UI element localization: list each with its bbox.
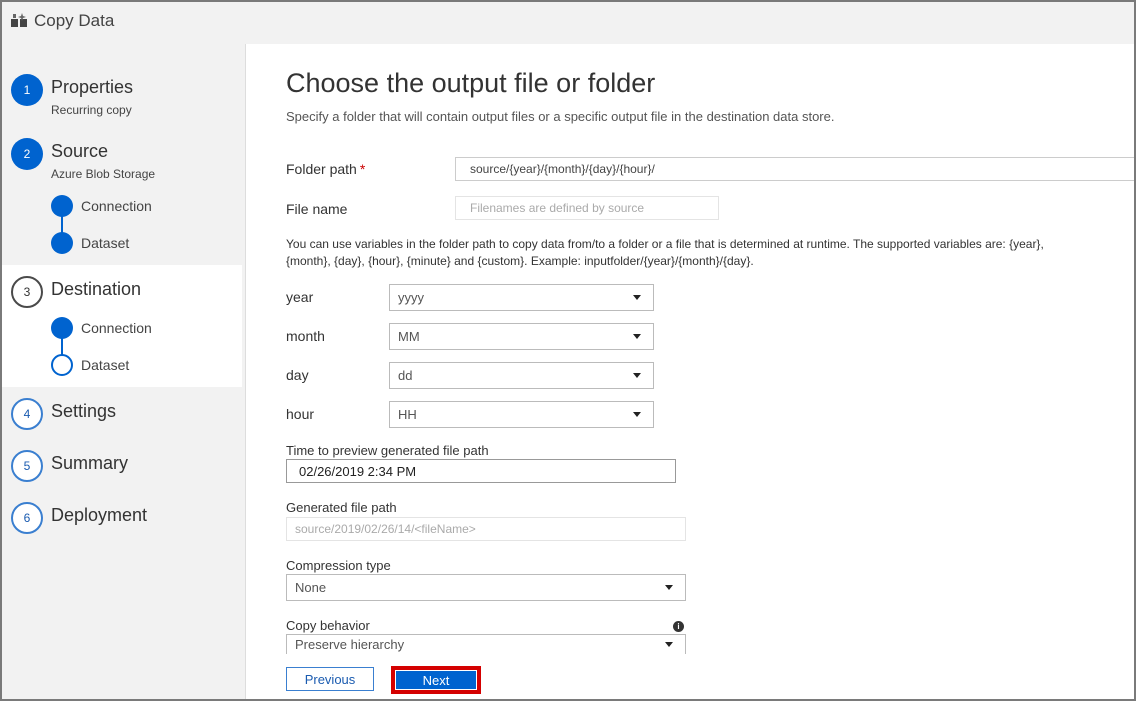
year-label: year	[286, 289, 314, 305]
day-format-select[interactable]: dd	[389, 362, 654, 389]
select-value: HH	[398, 407, 417, 422]
step-label: Destination	[51, 279, 142, 299]
substep-label: Connection	[81, 198, 152, 214]
hour-format-select[interactable]: HH	[389, 401, 654, 428]
step-label: Properties	[51, 77, 134, 97]
chevron-down-icon	[633, 333, 641, 339]
generated-path-field: source/2019/02/26/14/<fileName>	[286, 517, 686, 541]
generated-path-label: Generated file path	[286, 500, 397, 515]
info-icon[interactable]: i	[673, 621, 684, 632]
folder-path-input[interactable]: source/{year}/{month}/{day}/{hour}/	[455, 157, 1134, 181]
substep-label: Dataset	[81, 357, 130, 373]
previous-button[interactable]: Previous	[286, 667, 374, 691]
preview-time-input[interactable]: 02/26/2019 2:34 PM	[286, 459, 676, 483]
select-value: MM	[398, 329, 420, 344]
year-format-select[interactable]: yyyy	[389, 284, 654, 311]
substep-source-dataset[interactable]: Dataset	[2, 232, 242, 256]
month-format-select[interactable]: MM	[389, 323, 654, 350]
step-number: 6	[11, 502, 43, 534]
wizard-steps: 1 Properties Recurring copy 2 Source Azu…	[2, 44, 242, 699]
step-sublabel: Recurring copy	[51, 103, 132, 117]
select-value: dd	[398, 368, 413, 383]
substep-dot	[51, 317, 73, 339]
step-label: Summary	[51, 453, 129, 473]
compression-type-label: Compression type	[286, 558, 391, 573]
file-name-input[interactable]: Filenames are defined by source	[455, 196, 719, 220]
main-panel: Choose the output file or folder Specify…	[245, 44, 1134, 699]
substep-dot	[51, 354, 73, 376]
copy-behavior-select[interactable]: Preserve hierarchy	[286, 634, 686, 654]
hour-label: hour	[286, 406, 315, 422]
substep-destination-dataset[interactable]: Dataset	[2, 354, 242, 378]
step-label: Settings	[51, 401, 117, 421]
chevron-down-icon	[633, 411, 641, 417]
day-label: day	[286, 367, 309, 383]
select-value: Preserve hierarchy	[295, 637, 405, 652]
month-label: month	[286, 328, 325, 344]
step-number: 4	[11, 398, 43, 430]
folder-path-label: Folder path *	[286, 161, 366, 177]
copy-data-icon	[11, 13, 27, 27]
required-mark: *	[359, 161, 366, 177]
substep-dot	[51, 195, 73, 217]
step-label: Deployment	[51, 505, 148, 525]
chevron-down-icon	[665, 584, 673, 590]
file-name-label: File name	[286, 201, 348, 217]
substep-label: Dataset	[81, 235, 130, 251]
select-value: yyyy	[398, 290, 424, 305]
preview-time-label: Time to preview generated file path	[286, 443, 489, 458]
page-description: Specify a folder that will contain outpu…	[286, 109, 835, 124]
step-number: 2	[11, 138, 43, 170]
page-title: Choose the output file or folder	[286, 68, 656, 98]
copy-behavior-label: Copy behavior	[286, 618, 370, 633]
step-number: 3	[11, 276, 43, 308]
next-button-highlight: Next	[391, 666, 481, 694]
compression-type-select[interactable]: None	[286, 574, 686, 601]
substep-dot	[51, 232, 73, 254]
chevron-down-icon	[633, 372, 641, 378]
title-bar: Copy Data	[2, 2, 1134, 40]
window-title: Copy Data	[34, 11, 115, 30]
chevron-down-icon	[633, 294, 641, 300]
select-value: None	[295, 580, 327, 595]
next-button[interactable]: Next	[395, 670, 477, 690]
substep-source-connection[interactable]: Connection	[2, 195, 242, 219]
step-number: 1	[11, 74, 43, 106]
step-number: 5	[11, 450, 43, 482]
variables-help-text: You can use variables in the folder path…	[286, 237, 1044, 268]
step-sublabel: Azure Blob Storage	[51, 167, 156, 181]
substep-label: Connection	[81, 320, 152, 336]
substep-destination-connection[interactable]: Connection	[2, 317, 242, 341]
chevron-down-icon	[665, 641, 673, 647]
step-label: Source	[51, 141, 109, 161]
